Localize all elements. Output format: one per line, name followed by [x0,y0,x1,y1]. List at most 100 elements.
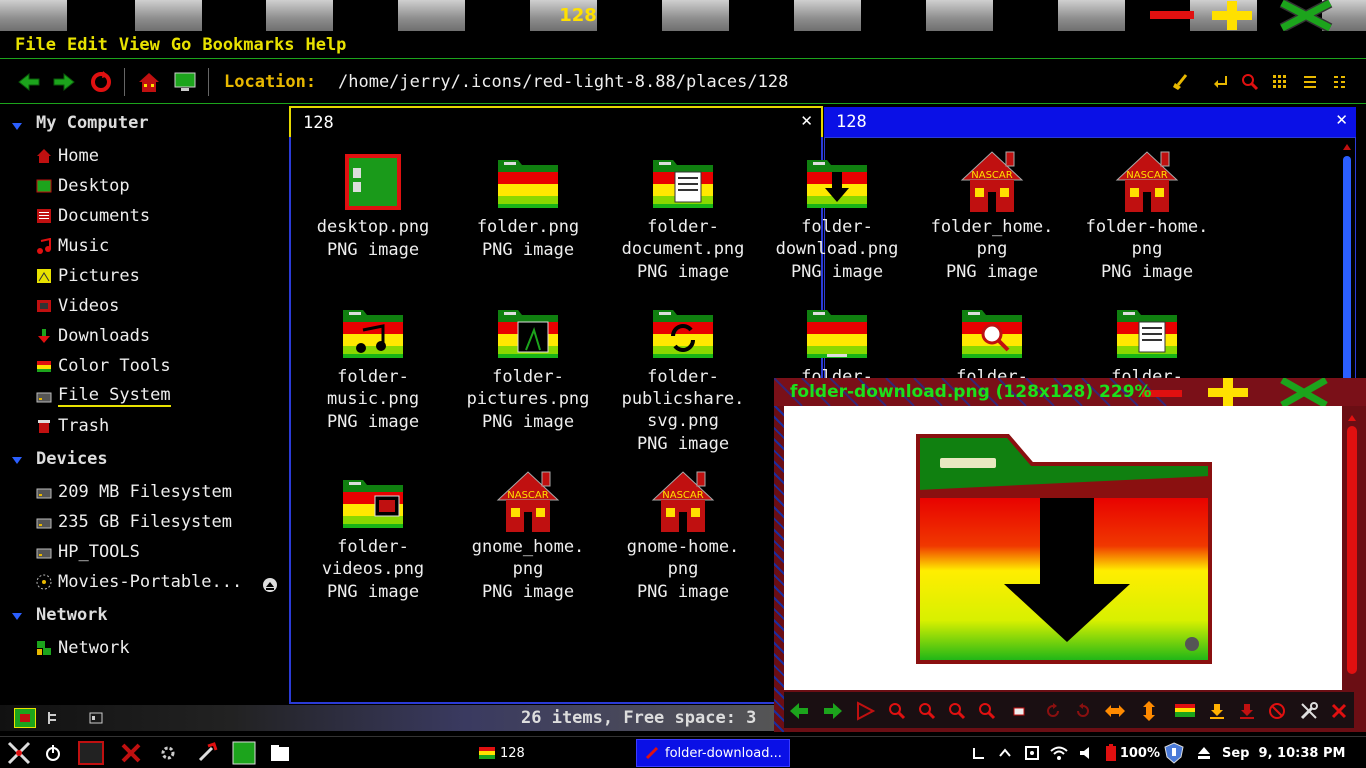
file-name: folder- document.png [621,217,745,259]
terminal-icon[interactable] [78,740,106,766]
file-name: folder- videos.png [321,537,425,579]
file-type: PNG image [481,412,575,432]
close-all-icon[interactable] [120,740,144,766]
app-menu-icon[interactable] [6,740,32,766]
file-item[interactable]: folder- [762,300,912,388]
file-name: gnome-home. png [626,537,740,579]
file-name: folder.png [476,217,580,237]
file-item[interactable]: folder- [917,300,1067,388]
file-type: PNG image [636,262,730,282]
folder-icon [496,150,560,214]
svg-text:NASCAR: NASCAR [971,170,1012,181]
folder-remote-icon [805,300,869,364]
task-file-manager[interactable]: 128 [478,740,558,766]
wallpaper-icon[interactable] [1174,700,1196,722]
file-name: folder- pictures.png [466,367,590,409]
quit-icon[interactable] [1328,700,1350,722]
file-item[interactable]: NASCAR gnome_home. png PNG image [453,470,603,604]
folder-pictures-icon [496,300,560,364]
file-item[interactable]: folder- videos.png PNG image [298,470,448,604]
clock[interactable]: Sep 9, 10:38 PM [1222,740,1362,766]
zoom-in-icon[interactable] [886,700,908,722]
file-item[interactable]: desktop.png PNG image [298,150,448,262]
image-viewer-window[interactable]: folder-download.png (128x128) 229% [774,378,1366,732]
file-manager-icon[interactable] [270,740,294,766]
tree-toggle-icon[interactable] [46,710,62,726]
file-type: PNG image [945,262,1039,282]
folder-share-icon [651,300,715,364]
file-name: folder-home. png [1085,217,1209,259]
folder-music-icon [341,300,405,364]
settings-icon[interactable] [158,740,182,766]
previous-icon[interactable] [788,700,810,722]
folder-search-icon [960,300,1024,364]
save-as-icon[interactable] [1236,700,1258,722]
file-name: folder- download.png [775,217,899,259]
file-type: PNG image [326,240,420,260]
status-text: 26 items, Free space: 3 [521,708,757,728]
save-icon[interactable] [1206,700,1228,722]
file-item[interactable]: folder- download.png PNG image [762,150,912,284]
clipboard-icon[interactable] [1024,740,1044,766]
delete-icon[interactable] [1266,700,1288,722]
rotate-right-icon[interactable] [1072,700,1094,722]
folder-icon [479,747,495,759]
file-item[interactable]: folder- publicshare. svg.png PNG image [608,300,758,456]
tools-icon[interactable] [196,740,220,766]
file-name: folder- music.png [326,367,420,409]
file-name: folder_home. png [930,217,1054,259]
file-item[interactable]: folder- [1072,300,1222,388]
folder-videos-icon [341,470,405,534]
viewer-scrollbar[interactable] [1347,426,1357,674]
file-item[interactable]: NASCAR folder_home. png PNG image [917,150,1067,284]
fullscreen-icon[interactable] [1008,700,1030,722]
places-toggle-icon[interactable] [14,708,36,728]
folder-document-icon [651,150,715,214]
flip-horizontal-icon[interactable] [1104,700,1126,722]
svg-text:NASCAR: NASCAR [1126,170,1167,181]
file-type: PNG image [636,582,730,602]
file-item[interactable]: folder.png PNG image [453,150,603,262]
file-name: desktop.png [316,217,430,237]
sidebar-hide-icon[interactable] [88,710,104,726]
rotate-left-icon[interactable] [1042,700,1064,722]
svg-text:NASCAR: NASCAR [662,490,703,501]
power-icon[interactable] [44,740,66,766]
file-type: PNG image [326,412,420,432]
file-name: folder- publicshare. svg.png [621,367,745,431]
file-item[interactable]: NASCAR gnome-home. png PNG image [608,470,758,604]
battery-indicator[interactable]: 100% [1104,740,1160,766]
preferences-icon[interactable] [1298,700,1320,722]
house-icon: NASCAR [1115,150,1179,214]
slideshow-icon[interactable] [854,700,876,722]
tray-up-icon[interactable] [998,740,1016,766]
house-icon: NASCAR [960,150,1024,214]
svg-text:NASCAR: NASCAR [507,490,548,501]
scroll-up-icon[interactable] [1347,408,1357,421]
file-item[interactable]: folder- pictures.png PNG image [453,300,603,434]
shield-icon[interactable] [1164,740,1188,766]
file-item[interactable]: folder- document.png PNG image [608,150,758,284]
image-viewer-icon [645,746,659,760]
volume-icon[interactable] [1078,740,1098,766]
zoom-fit-icon[interactable] [946,700,968,722]
image-canvas[interactable] [784,406,1342,690]
zoom-original-icon[interactable] [976,700,998,722]
house-icon: NASCAR [496,470,560,534]
task-image-viewer[interactable]: folder-download... [636,739,790,767]
file-item[interactable]: NASCAR folder-home. png PNG image [1072,150,1222,284]
zoom-out-icon[interactable] [916,700,938,722]
next-icon[interactable] [822,700,844,722]
status-bar: 26 items, Free space: 3 [0,705,775,731]
file-item[interactable]: folder- music.png PNG image [298,300,448,434]
flip-vertical-icon[interactable] [1138,700,1160,722]
desktop-icon[interactable] [232,740,258,766]
eject-icon[interactable] [1196,740,1216,766]
file-type: PNG image [326,582,420,602]
house-icon: NASCAR [651,470,715,534]
file-type: PNG image [790,262,884,282]
desktop-icon [341,150,405,214]
wifi-icon[interactable] [1050,740,1070,766]
keyboard-icon[interactable] [972,740,990,766]
battery-icon [1106,744,1116,761]
